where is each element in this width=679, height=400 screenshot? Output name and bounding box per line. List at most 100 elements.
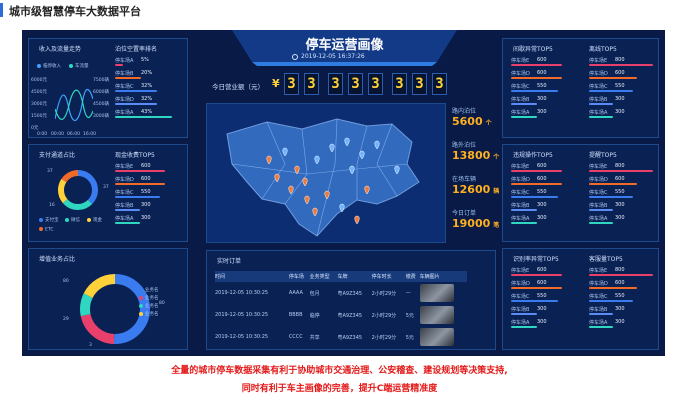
legend-label: ETC bbox=[45, 227, 54, 233]
ranking-label: 停车场A bbox=[511, 216, 530, 222]
ranking-bar bbox=[115, 64, 123, 66]
ranking-label: 停车场A bbox=[589, 110, 608, 116]
donut-label: 37 bbox=[103, 185, 109, 190]
ranking-value: 300 bbox=[615, 202, 625, 208]
ranking-item: 停车场C 550 bbox=[589, 189, 653, 201]
city-map[interactable] bbox=[207, 104, 447, 244]
panel-title: 收入及流量走势 bbox=[39, 46, 82, 53]
ranking-value: 550 bbox=[141, 189, 151, 195]
ranking-bar bbox=[511, 90, 558, 92]
ranking-value: 5% bbox=[141, 57, 149, 63]
ranking-label: 停车场E bbox=[589, 58, 608, 64]
ranking-bar bbox=[511, 313, 537, 315]
ranking-item: 停车场A 5% bbox=[115, 57, 181, 69]
ranking-item: 停车场D 32% bbox=[115, 96, 181, 108]
car-photo-thumbnail[interactable] bbox=[419, 328, 454, 346]
ranking-label: 停车场E bbox=[115, 164, 134, 170]
ranking-list: 停车场E 600 停车场D 600 停车场C 550 停车场B 300 停车场A 300 bbox=[511, 163, 581, 243]
order-lot: BBBB bbox=[288, 312, 303, 318]
recognition-panel: 识别率异常TOP5 客服量TOP5 停车场E 600 停车场D 600 停车场C 550 停… bbox=[502, 248, 659, 350]
ranking-label: 停车场E bbox=[511, 58, 530, 64]
x-tick: 00:00 bbox=[51, 132, 64, 137]
revenue-digit: 3 bbox=[432, 73, 447, 95]
revenue-digit: 3 bbox=[368, 73, 383, 95]
stat-value: 12600 bbox=[452, 183, 491, 196]
car-photo[interactable] bbox=[419, 326, 467, 348]
ranking-item: 停车场E 600 bbox=[115, 163, 181, 175]
table-row[interactable]: 2019-12-05 10:30:25 AAAA 包月 粤A9Z345 2小时2… bbox=[215, 282, 467, 304]
car-photo-thumbnail[interactable] bbox=[419, 284, 454, 302]
y-tick-right: 6000辆 bbox=[93, 90, 109, 95]
stat-value: 19000 bbox=[452, 217, 491, 230]
caption-line: 全量的城市停车数据采集有利于协助城市交通治理、公安稽查、建设规划等决策支持, bbox=[171, 366, 508, 376]
revenue-digit: 3 bbox=[284, 73, 299, 95]
ranking-bar bbox=[511, 222, 537, 224]
ranking-item: 停车场B 20% bbox=[115, 70, 181, 82]
ranking-bar bbox=[589, 116, 613, 118]
revenue-digit: 3 bbox=[412, 73, 427, 95]
ranking-label: 停车场C bbox=[115, 190, 134, 196]
ranking-label: 停车场C bbox=[589, 84, 608, 90]
ranking-bar bbox=[589, 326, 613, 328]
order-duration: 2小时29分 bbox=[371, 290, 397, 297]
ranking-bar bbox=[511, 274, 562, 276]
ranking-bar bbox=[589, 222, 613, 224]
ranking-label: 停车场A bbox=[511, 320, 530, 326]
value-added-panel: 增值业务占比 80 29 3 80 业务名 业务名 业务名 业务名 bbox=[28, 248, 188, 350]
ranking-list: 停车场E 600 停车场D 600 停车场C 550 停车场B 300 停车场A 300 bbox=[511, 267, 581, 347]
ranking-label: 停车场D bbox=[511, 281, 530, 287]
ranking-value: 300 bbox=[141, 202, 151, 208]
ranking-bar bbox=[511, 77, 562, 79]
vacancy-ranking-list: 停车场A 5% 停车场B 20% 停车场C 32% 停车场D 32% 停车场A 43% bbox=[115, 57, 185, 137]
order-duration: 2小时29分 bbox=[371, 312, 397, 319]
legend-item: 业务名 bbox=[139, 303, 159, 309]
ranking-item: 停车场B 300 bbox=[511, 202, 579, 214]
ranking-item: 停车场D 600 bbox=[511, 70, 579, 82]
ranking-label: 停车场E bbox=[589, 164, 608, 170]
ranking-item: 停车场C 550 bbox=[511, 83, 579, 95]
clock-icon bbox=[292, 53, 298, 60]
panel-title: 违规操作TOP5 bbox=[513, 152, 553, 159]
violation-panel: 违规操作TOP5 提醒TOP5 停车场E 600 停车场D 600 停车场C 550 停车场… bbox=[502, 144, 659, 242]
legend-label: 业务名 bbox=[145, 312, 159, 317]
order-fee: 5元 bbox=[405, 334, 414, 341]
ranking-item: 停车场A 300 bbox=[511, 215, 579, 227]
x-tick: 06:00 bbox=[67, 132, 80, 137]
ranking-value: 600 bbox=[537, 57, 547, 63]
legend-dot bbox=[139, 287, 143, 292]
ranking-bar bbox=[589, 196, 633, 198]
stat-unit: 辆 bbox=[493, 188, 500, 195]
ranking-item: 停车场A 300 bbox=[115, 215, 181, 227]
ranking-value: 600 bbox=[615, 70, 625, 76]
ranking-item: 停车场D 600 bbox=[589, 280, 653, 292]
ranking-item: 停车场B 300 bbox=[589, 202, 653, 214]
legend-dot bbox=[39, 227, 43, 231]
ranking-bar bbox=[115, 196, 161, 198]
title-accent-bar bbox=[0, 3, 3, 17]
legend-label: 现金 bbox=[93, 218, 102, 223]
legend-dot bbox=[39, 217, 43, 222]
legend-item: 业务名 bbox=[139, 287, 159, 293]
stat-unit: 笔 bbox=[493, 222, 500, 229]
ranking-bar bbox=[511, 196, 558, 198]
ranking-value: 550 bbox=[615, 189, 625, 195]
ranking-label: 停车场B bbox=[511, 203, 530, 209]
order-plate: 粤A9Z345 bbox=[337, 290, 363, 297]
stat-value: 5600 bbox=[452, 115, 483, 128]
car-photo-thumbnail[interactable] bbox=[419, 306, 454, 324]
ranking-bar bbox=[589, 64, 653, 66]
table-row[interactable]: 2019-12-05 10:30:25 CCCC 共享 粤A9Z345 2小时2… bbox=[215, 326, 467, 348]
panel-title: 增值业务占比 bbox=[39, 256, 76, 263]
car-photo[interactable] bbox=[419, 304, 467, 326]
ranking-bar bbox=[511, 116, 537, 118]
car-photo[interactable] bbox=[419, 282, 467, 304]
ranking-item: 停车场E 600 bbox=[511, 57, 579, 69]
ranking-bar bbox=[589, 170, 653, 172]
map-pin-icon[interactable] bbox=[354, 215, 360, 225]
ranking-value: 800 bbox=[615, 57, 625, 63]
ranking-list: 停车场E 800 停车场D 600 停车场C 550 停车场B 300 停车场A 300 bbox=[589, 57, 655, 137]
ranking-value: 300 bbox=[615, 96, 625, 102]
y-tick: 1500元 bbox=[31, 114, 47, 119]
table-row[interactable]: 2019-12-05 10:30:25 BBBB 临停 粤A9Z345 2小时2… bbox=[215, 304, 467, 326]
ranking-item: 停车场D 600 bbox=[589, 70, 653, 82]
